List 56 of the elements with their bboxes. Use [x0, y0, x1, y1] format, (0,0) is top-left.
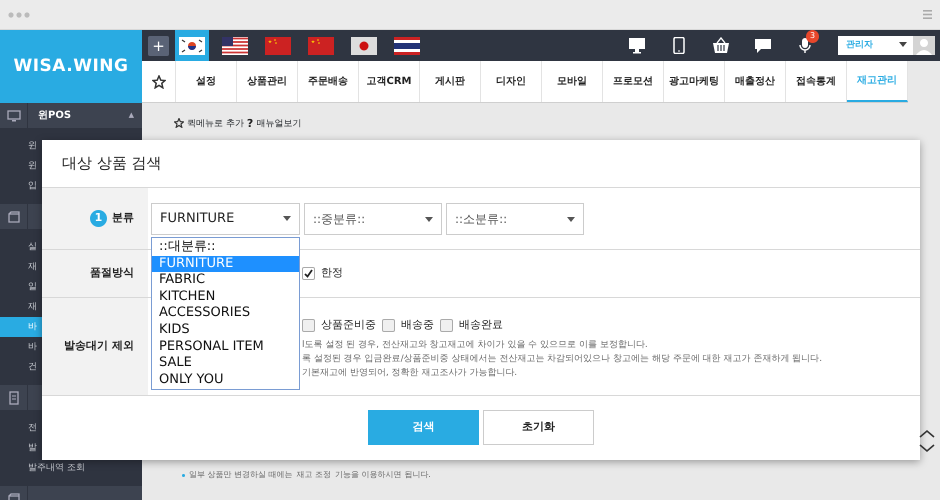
- select-field[interactable]: ::중분류::: [304, 203, 442, 235]
- dialog-title: 대상 상품 검색: [62, 153, 162, 174]
- monitor-icon[interactable]: [628, 36, 646, 54]
- window-dots-icon: [8, 12, 30, 18]
- basket-icon[interactable]: [712, 36, 730, 54]
- dropdown-option[interactable]: KIDS: [152, 322, 299, 339]
- checkbox-label: 한정: [321, 265, 343, 282]
- field-label: 분류: [112, 210, 134, 226]
- star-icon: [174, 118, 184, 128]
- checkbox-label: 배송완료: [459, 317, 503, 333]
- sidebar-item[interactable]: 발주내역 조회: [0, 458, 142, 478]
- logo: WISA.WING: [13, 54, 128, 78]
- note-text: 기능을 이용하시면 됩니다.: [335, 469, 431, 481]
- language-tab[interactable]: [175, 30, 209, 61]
- caret-icon: [425, 217, 433, 222]
- box-icon: [6, 210, 20, 224]
- checkbox[interactable]: [302, 267, 315, 280]
- dropdown-option[interactable]: ::대분류::: [152, 239, 299, 256]
- select-field[interactable]: ::소분류::: [446, 203, 584, 235]
- star-icon[interactable]: [152, 74, 166, 88]
- help-text: 록 설정된 경우 입금완료/상품준비중 상태에서는 전산재고는 차감되어있으나 창고에는 해당 주문에 대한 재고가 존재하게 됩니다.: [302, 352, 822, 366]
- dropdown-option[interactable]: FABRIC: [152, 272, 299, 289]
- checkbox[interactable]: [302, 318, 315, 332]
- dropdown-option[interactable]: ONLY YOU: [152, 372, 299, 388]
- monitor-icon: [6, 108, 20, 122]
- add-button[interactable]: +: [148, 36, 169, 56]
- select-field[interactable]: FURNITURE: [151, 203, 300, 235]
- caret-icon: [283, 216, 291, 222]
- dropdown-option[interactable]: PERSONAL ITEM: [152, 338, 299, 356]
- bullet-icon: [182, 474, 185, 476]
- field-label: 품절방식: [90, 265, 134, 282]
- sidebar-group-title[interactable]: 윈POS: [28, 108, 129, 123]
- checkbox-label: 배송중: [401, 317, 434, 333]
- dropdown-option[interactable]: KITCHEN: [152, 288, 299, 306]
- note-text: 일부 상품만 변경하실 때에는: [189, 469, 293, 481]
- dropdown-option[interactable]: SALE: [152, 355, 299, 372]
- checkbox[interactable]: [382, 318, 395, 332]
- caret-icon: [567, 217, 575, 222]
- chat-icon[interactable]: [754, 36, 772, 54]
- quick-link[interactable]: 퀵메뉴로 추가: [187, 118, 244, 131]
- dropdown-option[interactable]: ACCESSORIES: [152, 305, 299, 322]
- help-text: l도록 설정 된 경우, 전산재고와 창고재고에 차이가 있을 수 있으므로 이를 보정합니다.: [302, 338, 649, 352]
- checkbox[interactable]: [440, 318, 453, 332]
- help-mark: ?: [246, 116, 254, 132]
- step-number: 1: [90, 210, 107, 227]
- reset-button[interactable]: 초기화: [483, 410, 594, 445]
- field-label: 발송대기 제외: [64, 338, 134, 354]
- inline-link[interactable]: 재고 조정: [296, 469, 332, 481]
- document-icon: [6, 390, 20, 404]
- scroll-up-icon[interactable]: [918, 429, 936, 439]
- notification-badge: 3: [806, 30, 819, 43]
- caret-icon: [899, 42, 907, 47]
- scroll-down-icon[interactable]: [918, 443, 936, 453]
- quick-link[interactable]: 매뉴얼보기: [256, 118, 302, 131]
- checkbox-label: 상품준비중: [321, 317, 376, 333]
- help-text: 기본재고에 반영되어, 정확한 재고조사가 가능합니다.: [302, 366, 518, 380]
